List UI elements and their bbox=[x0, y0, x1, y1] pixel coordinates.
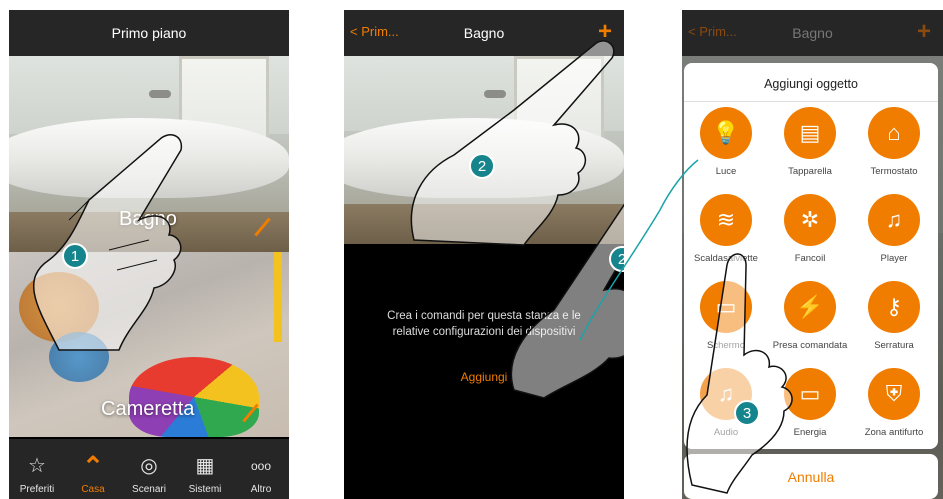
room-card-kids-room[interactable]: Cameretta bbox=[9, 252, 289, 437]
object-option-fancoil[interactable]: ✲ Fancoil bbox=[768, 194, 852, 264]
chevron-left-icon: < bbox=[688, 24, 696, 39]
music-note-icon: ♫ bbox=[868, 194, 920, 246]
chevron-left-icon: < bbox=[350, 24, 358, 39]
scenario-icon: ◎ bbox=[140, 455, 158, 477]
thermostat-icon: ⌂ bbox=[868, 107, 920, 159]
towel-heater-icon: ≋ bbox=[700, 194, 752, 246]
grid-icon: ▦ bbox=[195, 455, 215, 477]
room-card-bathroom[interactable]: Bagno bbox=[9, 56, 289, 252]
object-option-thermostat[interactable]: ⌂ Termostato bbox=[852, 107, 936, 177]
top-bar: < Prim... Bagno + bbox=[682, 10, 943, 56]
battery-icon: ▭ bbox=[784, 368, 836, 420]
room-label-kids-room: Cameretta bbox=[101, 398, 195, 420]
room-label-bathroom: Bagno bbox=[119, 208, 177, 230]
phone-screen-room: < Prim... Bagno + Crea i comandi per que… bbox=[344, 10, 624, 499]
option-label: Player bbox=[880, 253, 908, 264]
add-button[interactable]: + bbox=[917, 18, 931, 46]
back-label: Prim... bbox=[699, 24, 737, 39]
divider bbox=[684, 101, 938, 102]
option-label: Zona antifurto bbox=[864, 427, 924, 438]
top-bar: Primo piano bbox=[9, 10, 289, 56]
toy-stick-image bbox=[274, 252, 282, 342]
option-label: Serratura bbox=[874, 340, 914, 351]
back-label: Prim... bbox=[361, 24, 399, 39]
room-header-image bbox=[344, 56, 624, 244]
option-label: Scaldasalviette bbox=[694, 253, 758, 264]
floor-image bbox=[344, 204, 624, 244]
page-title: Bagno bbox=[792, 25, 833, 41]
more-icon: ooo bbox=[250, 459, 272, 473]
shutter-icon: ▤ bbox=[784, 107, 836, 159]
object-option-lock[interactable]: ⚷ Serratura bbox=[852, 281, 936, 351]
page-title: Bagno bbox=[463, 25, 505, 41]
back-button[interactable]: < Prim... bbox=[350, 24, 399, 39]
empty-state-message: Crea i comandi per questa stanza e le re… bbox=[387, 310, 581, 338]
page-title: Primo piano bbox=[111, 25, 187, 41]
object-option-screen[interactable]: ▭ Schermo bbox=[684, 281, 768, 351]
option-label: Tapparella bbox=[788, 166, 832, 177]
tab-label: Casa bbox=[81, 484, 105, 495]
object-option-energy[interactable]: ▭ Energia bbox=[768, 368, 852, 438]
step-callout-1: 1 bbox=[62, 243, 88, 269]
plug-icon: ⚡ bbox=[784, 281, 836, 333]
option-label: Audio bbox=[713, 427, 739, 438]
tab-label: Scenari bbox=[132, 484, 166, 495]
bathtub-image bbox=[9, 118, 289, 198]
object-option-player[interactable]: ♫ Player bbox=[852, 194, 936, 264]
add-link[interactable]: Aggiungi bbox=[424, 370, 544, 384]
option-label: Presa comandata bbox=[772, 340, 848, 351]
step-callout-2: 2 bbox=[609, 246, 624, 272]
shield-icon: ⛨ bbox=[868, 368, 920, 420]
tab-scenari[interactable]: ◎ Scenari bbox=[121, 439, 177, 499]
tab-label: Preferiti bbox=[19, 484, 55, 495]
tab-bar: ☆ Preferiti ⌃ Casa ◎ Scenari ▦ Sistemi o… bbox=[9, 439, 289, 499]
option-label: Termostato bbox=[870, 166, 918, 177]
option-label: Schermo bbox=[706, 340, 745, 351]
tab-preferiti[interactable]: ☆ Preferiti bbox=[9, 439, 65, 499]
top-bar: < Prim... Bagno + bbox=[344, 10, 624, 56]
object-option-controlled-socket[interactable]: ⚡ Presa comandata bbox=[768, 281, 852, 351]
phone-screen-floor: Primo piano Bagno Cameretta ☆ Preferiti … bbox=[9, 10, 289, 499]
option-label: Luce bbox=[715, 166, 737, 177]
fan-icon: ✲ bbox=[784, 194, 836, 246]
object-option-towel-heater[interactable]: ≋ Scaldasalviette bbox=[684, 194, 768, 264]
toy-image bbox=[49, 332, 109, 382]
object-option-shutter[interactable]: ▤ Tapparella bbox=[768, 107, 852, 177]
spinning-top-image bbox=[129, 357, 259, 437]
object-option-alarm-zone[interactable]: ⛨ Zona antifurto bbox=[852, 368, 936, 438]
tab-label: Sistemi bbox=[188, 484, 222, 495]
back-button[interactable]: < Prim... bbox=[688, 24, 737, 39]
cancel-button[interactable]: Annulla bbox=[684, 454, 938, 499]
add-object-sheet: Aggiungi oggetto 💡 Luce ▤ Tapparella ⌂ T… bbox=[684, 63, 938, 449]
tab-label: Altro bbox=[250, 484, 272, 495]
sheet-title: Aggiungi oggetto bbox=[764, 77, 858, 91]
key-icon: ⚷ bbox=[868, 281, 920, 333]
object-option-light[interactable]: 💡 Luce bbox=[684, 107, 768, 177]
toy-image bbox=[19, 272, 99, 342]
phone-screen-add-object: < Prim... Bagno + Aggiungi oggetto 💡 Luc… bbox=[682, 10, 943, 499]
tap-image bbox=[484, 90, 506, 98]
home-icon: ⌃ bbox=[82, 451, 104, 481]
tab-sistemi[interactable]: ▦ Sistemi bbox=[177, 439, 233, 499]
tab-casa[interactable]: ⌃ Casa bbox=[65, 439, 121, 499]
tap-image bbox=[149, 90, 171, 98]
screen-icon: ▭ bbox=[700, 281, 752, 333]
step-callout-3: 3 bbox=[734, 400, 760, 426]
tab-altro[interactable]: ooo Altro bbox=[233, 439, 289, 499]
option-label: Fancoil bbox=[794, 253, 826, 264]
step-callout-2: 2 bbox=[469, 153, 495, 179]
bulb-icon: 💡 bbox=[700, 107, 752, 159]
add-button[interactable]: + bbox=[598, 18, 612, 46]
option-label: Energia bbox=[793, 427, 827, 438]
star-icon: ☆ bbox=[28, 455, 46, 477]
